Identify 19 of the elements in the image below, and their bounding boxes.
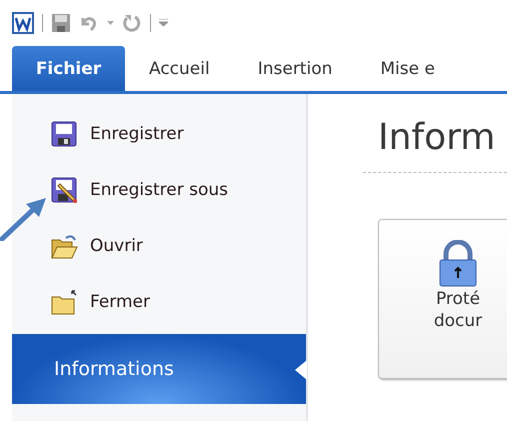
menu-section-tab[interactable]: Informations <box>12 334 306 404</box>
redo-icon[interactable] <box>122 13 142 33</box>
ribbon-tab[interactable]: Accueil <box>125 46 234 91</box>
customize-toolbar-icon[interactable] <box>159 19 168 27</box>
floppy-disk-pencil-icon <box>50 176 78 204</box>
menu-item[interactable]: Ouvrir <box>12 218 306 274</box>
page-title: Inform <box>378 116 496 160</box>
protect-document-button[interactable]: Proté docur <box>378 219 507 379</box>
pointer-arrow <box>0 195 48 241</box>
word-logo-icon[interactable] <box>12 12 34 34</box>
ribbon-tab[interactable]: Fichier <box>12 46 125 91</box>
undo-icon[interactable] <box>79 14 99 32</box>
menu-item[interactable]: Fermer <box>12 274 306 330</box>
ribbon-tab[interactable]: Mise e <box>356 46 459 91</box>
folder-icon <box>50 288 78 316</box>
ribbon-tab[interactable]: Insertion <box>234 46 356 91</box>
menu-item[interactable]: Enregistrer <box>12 106 306 162</box>
save-icon[interactable] <box>51 13 71 33</box>
dropdown-caret-icon[interactable] <box>107 20 114 26</box>
